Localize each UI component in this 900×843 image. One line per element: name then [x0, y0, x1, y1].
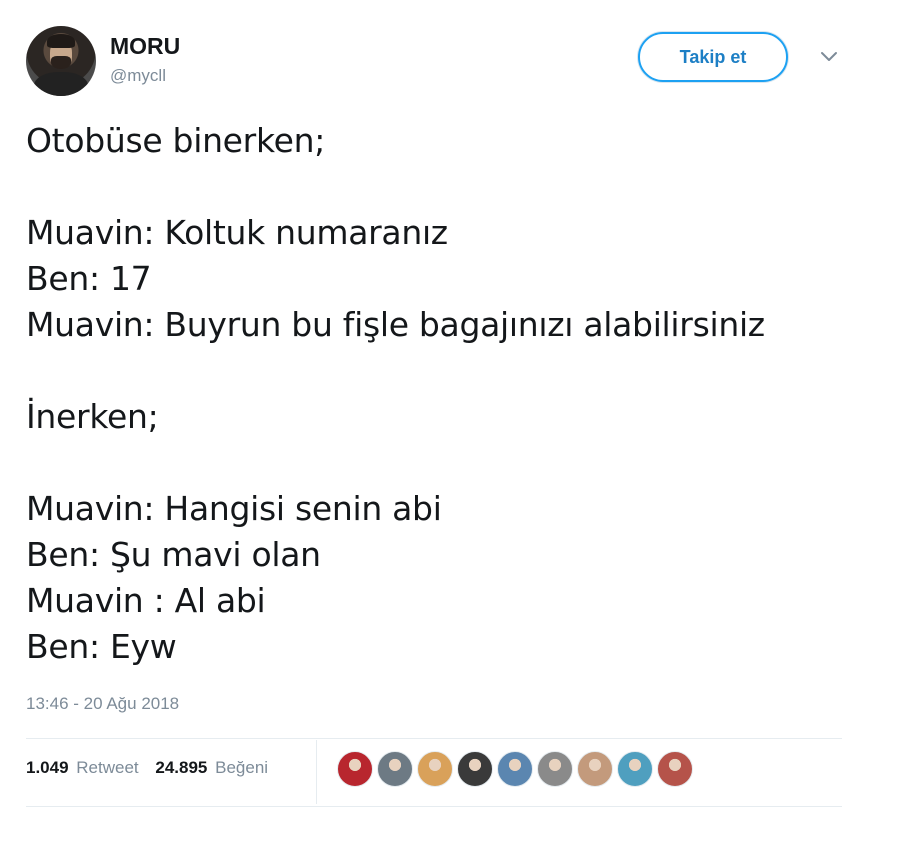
retweet-count[interactable]: 1.049 Retweet — [26, 758, 139, 778]
avatar-icon[interactable] — [577, 751, 613, 787]
avatar-beard — [51, 56, 71, 69]
chevron-down-icon[interactable] — [819, 50, 839, 64]
tweet-text-line: Ben: Eyw — [26, 627, 177, 666]
retweet-count-label: Retweet — [76, 758, 139, 777]
like-count-value: 24.895 — [155, 758, 208, 777]
tweet-text-line: Muavin: Buyrun bu fişle bagajınızı alabi… — [26, 305, 765, 344]
avatar-icon[interactable] — [377, 751, 413, 787]
avatar-icon[interactable] — [457, 751, 493, 787]
stats-separator — [316, 740, 317, 804]
like-count[interactable]: 24.895 Beğeni — [155, 758, 268, 778]
user-handle[interactable]: @mycll — [110, 66, 166, 86]
avatar-icon[interactable] — [537, 751, 573, 787]
divider — [26, 806, 842, 807]
avatar-icon[interactable] — [497, 751, 533, 787]
tweet-text-line: Muavin : Al abi — [26, 581, 266, 620]
tweet-text-line: Ben: Şu mavi olan — [26, 535, 321, 574]
tweet-text-line: Ben: 17 — [26, 259, 152, 298]
avatar-icon[interactable] — [657, 751, 693, 787]
tweet-text: Otobüse binerken; Muavin: Koltuk numaran… — [26, 118, 886, 670]
tweet-text-line: Muavin: Hangisi senin abi — [26, 489, 442, 528]
tweet-text-line: Otobüse binerken; — [26, 121, 326, 160]
user-avatar[interactable] — [26, 26, 96, 96]
follow-button[interactable]: Takip et — [638, 32, 788, 82]
divider — [26, 738, 842, 739]
avatar-icon[interactable] — [337, 751, 373, 787]
retweet-count-value: 1.049 — [26, 758, 69, 777]
tweet-timestamp[interactable]: 13:46 - 20 Ağu 2018 — [26, 694, 179, 714]
tweet-card: MORU @mycll Takip et Otobüse binerken; M… — [0, 0, 900, 843]
tweet-stats: 1.049 Retweet 24.895 Beğeni — [26, 758, 280, 778]
avatar-hair — [47, 34, 75, 48]
user-display-name[interactable]: MORU — [110, 33, 180, 60]
liker-avatars — [337, 751, 697, 787]
like-count-label: Beğeni — [215, 758, 269, 777]
avatar-icon[interactable] — [617, 751, 653, 787]
avatar-icon[interactable] — [417, 751, 453, 787]
tweet-text-line: Muavin: Koltuk numaranız — [26, 213, 448, 252]
avatar-shirt — [34, 72, 88, 96]
tweet-text-line: İnerken; — [26, 397, 159, 436]
